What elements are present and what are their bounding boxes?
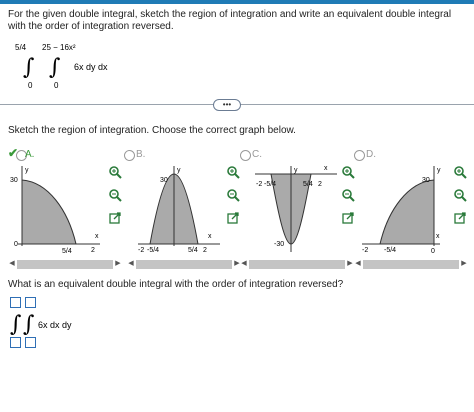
tick-label-neg-5-4: -5/4 <box>264 181 276 188</box>
outer-upper-input[interactable] <box>10 297 21 308</box>
question-prompt: For the given double integral, sketch th… <box>8 9 452 32</box>
answer-integrand: 6x dx dy <box>38 320 72 330</box>
tick-label-30: 30 <box>160 177 168 184</box>
outer-integral-sign: ∫ <box>23 55 35 80</box>
popout-icon[interactable] <box>226 211 240 225</box>
answer-inner-integral-sign: ∫ <box>23 312 35 337</box>
y-axis-label: y <box>177 167 181 174</box>
zoom-out-icon[interactable] <box>108 188 122 202</box>
tick-label-5-4: 5/4 <box>303 181 313 188</box>
tick-label-2: 2 <box>91 247 95 254</box>
y-axis-label: y <box>437 167 441 174</box>
inner-lower-input[interactable] <box>25 337 36 348</box>
scroll-left-button-c[interactable]: ◀ <box>240 259 248 267</box>
inner-upper-limit: 25 − 16x² <box>42 43 76 52</box>
tick-label-0: 0 <box>431 248 435 255</box>
answer-outer-integral-sign: ∫ <box>10 312 22 337</box>
scrollbar-c[interactable] <box>249 260 345 269</box>
scroll-right-button-d[interactable]: ▶ <box>460 259 468 267</box>
tick-label-5-4: 5/4 <box>62 248 72 255</box>
tick-label-0: 0 <box>14 241 18 248</box>
zoom-out-icon[interactable] <box>226 188 240 202</box>
outer-lower-limit: 0 <box>28 81 33 90</box>
expand-more-button[interactable]: ••• <box>213 99 241 111</box>
inner-upper-input[interactable] <box>25 297 36 308</box>
scroll-left-button-b[interactable]: ◀ <box>127 259 135 267</box>
scroll-right-button-a[interactable]: ▶ <box>114 259 122 267</box>
tick-label-neg-5-4: -5/4 <box>147 247 159 254</box>
x-axis-label: x <box>208 233 212 240</box>
tick-label-2: 2 <box>318 181 322 188</box>
popout-icon[interactable] <box>453 211 467 225</box>
popout-icon[interactable] <box>341 211 355 225</box>
option-d-graph: y 30 -2 -5/4 0 x <box>362 166 441 255</box>
sketch-instruction: Sketch the region of integration. Choose… <box>8 125 296 136</box>
scroll-left-button-a[interactable]: ◀ <box>8 259 16 267</box>
x-axis-label: x <box>436 233 440 240</box>
scroll-right-button-c[interactable]: ▶ <box>346 259 354 267</box>
given-integrand: 6x dy dx <box>74 62 108 72</box>
answer-integral: ∫ ∫ 6x dx dy <box>10 312 72 337</box>
tick-label-neg-2: -2 <box>362 247 368 254</box>
zoom-out-icon[interactable] <box>453 188 467 202</box>
inner-integral-sign: ∫ <box>49 55 61 80</box>
tick-label-neg-2: -2 <box>256 181 262 188</box>
option-b-graph: y 30 -2 -5/4 5/4 2 x <box>138 166 220 254</box>
tick-label-30: 30 <box>422 177 430 184</box>
tick-label-30: 30 <box>10 177 18 184</box>
x-axis-label: x <box>324 165 328 172</box>
y-axis-label: y <box>25 167 29 174</box>
option-a-graph: y 30 0 5/4 2 x <box>10 166 100 255</box>
option-a-region <box>21 179 77 245</box>
top-accent-bar <box>0 0 474 4</box>
tick-label-neg-30: -30 <box>274 241 284 248</box>
outer-lower-input[interactable] <box>10 337 21 348</box>
zoom-in-icon[interactable] <box>108 165 122 179</box>
option-b-label: B. <box>136 149 146 160</box>
zoom-out-icon[interactable] <box>341 188 355 202</box>
x-axis-label: x <box>95 233 99 240</box>
option-a-label: A. <box>25 149 35 160</box>
outer-upper-limit: 5/4 <box>15 43 27 52</box>
scrollbar-d[interactable] <box>363 260 459 269</box>
tick-label-2: 2 <box>203 247 207 254</box>
zoom-in-icon[interactable] <box>453 165 467 179</box>
option-d-region <box>379 179 435 245</box>
tick-label-neg-2: -2 <box>138 247 144 254</box>
tick-label-5-4: 5/4 <box>188 247 198 254</box>
option-c-graph: y -2 -5/4 5/4 2 x -30 <box>255 165 337 252</box>
inner-lower-limit: 0 <box>54 81 59 90</box>
reverse-order-question: What is an equivalent double integral wi… <box>8 279 344 290</box>
scrollbar-b[interactable] <box>136 260 232 269</box>
popout-icon[interactable] <box>108 211 122 225</box>
zoom-in-icon[interactable] <box>341 165 355 179</box>
scrollbar-a[interactable] <box>17 260 113 269</box>
tick-label-neg-5-4: -5/4 <box>384 247 396 254</box>
given-double-integral: 5/4 25 − 16x² ∫ ∫ 0 0 6x dy dx <box>15 43 108 90</box>
y-axis-label: y <box>294 167 298 174</box>
option-d-label: D. <box>366 149 376 160</box>
scroll-left-button-d[interactable]: ◀ <box>354 259 362 267</box>
zoom-in-icon[interactable] <box>226 165 240 179</box>
option-c-label: C. <box>252 149 262 160</box>
